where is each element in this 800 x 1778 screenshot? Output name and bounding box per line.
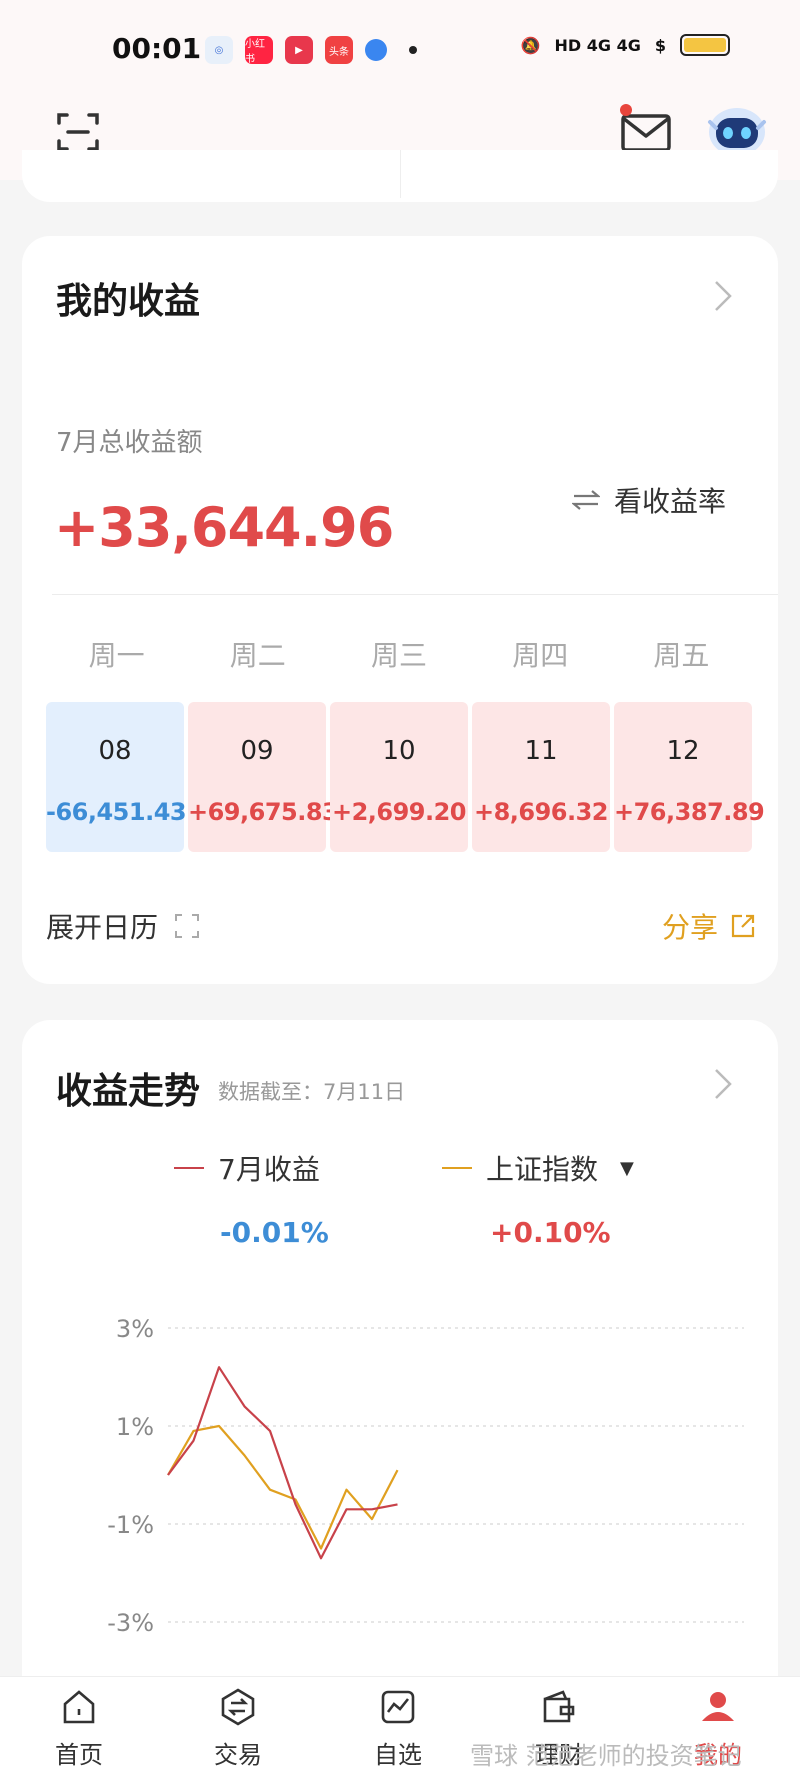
- day-date: 11: [524, 736, 558, 766]
- day-earnings: -66,451.43: [46, 798, 187, 826]
- my-earnings-change: -0.01%: [220, 1216, 329, 1249]
- swap-icon: [572, 490, 600, 510]
- status-bar: 00:01 ◎ 小红书 ▶ 头条 🔕 HD 4G 4G $: [0, 0, 800, 92]
- day-cell[interactable]: 11 +8,696.32: [472, 702, 610, 852]
- tab-watchlist[interactable]: 自选: [348, 1687, 448, 1770]
- day-cell[interactable]: 12 +76,387.89: [614, 702, 765, 852]
- day-earnings: +8,696.32: [473, 798, 609, 826]
- watchlist-chart-icon: [381, 1690, 415, 1724]
- tab-label: 首页: [55, 1741, 103, 1769]
- week-calendar: 08 -66,451.43 09 +69,675.83 10 +2,699.20…: [46, 702, 774, 852]
- toutiao-icon: 头条: [325, 36, 353, 64]
- y-tick-label: 1%: [116, 1413, 154, 1441]
- tab-label: 交易: [214, 1741, 262, 1769]
- legend-label: 7月收益: [218, 1153, 320, 1186]
- share-label: 分享: [661, 911, 718, 944]
- month-total-label: 7月总收益额: [56, 428, 203, 458]
- y-tick-label: -3%: [107, 1609, 154, 1637]
- separator: [52, 594, 778, 595]
- data-as-of: 数据截至：7月11日: [218, 1080, 406, 1104]
- app-notification-icon: [365, 39, 387, 61]
- profile-icon: [702, 1692, 734, 1721]
- my-earnings-card: 我的收益 7月总收益额 +33,644.96 看收益率 周一 周二 周三 周四 …: [22, 236, 778, 984]
- tab-label: 自选: [374, 1741, 422, 1769]
- day-earnings: +76,387.89: [614, 798, 765, 826]
- more-notifications-dot: [409, 46, 417, 54]
- weekday-label: 周一: [88, 639, 145, 672]
- dropdown-triangle-icon[interactable]: ▼: [620, 1158, 634, 1179]
- view-rate-label: 看收益率: [614, 485, 727, 518]
- trend-line-chart: 3% 1% -1% -3%: [107, 1315, 744, 1637]
- expand-icon: [175, 914, 200, 938]
- weekday-header: 周一 周二 周三 周四 周五: [46, 634, 752, 674]
- day-earnings: +2,699.20: [331, 798, 467, 826]
- watermark: 雪球 范范老师的投资笔记: [470, 1742, 742, 1770]
- previous-card-bottom: [22, 150, 778, 202]
- unread-dot: [620, 104, 632, 116]
- signal-icon: HD 4G 4G: [554, 35, 641, 55]
- y-tick-label: -1%: [107, 1511, 154, 1539]
- day-cell[interactable]: 10 +2,699.20: [330, 702, 468, 852]
- chevron-right-icon[interactable]: [712, 278, 734, 314]
- weekday-label: 周五: [653, 639, 710, 672]
- view-rate-toggle[interactable]: 看收益率: [572, 480, 726, 520]
- tab-home[interactable]: 首页: [29, 1687, 129, 1770]
- day-cell[interactable]: 08 -66,451.43: [46, 702, 187, 852]
- index-change: +0.10%: [490, 1216, 611, 1249]
- earnings-title: 我的收益: [56, 281, 201, 322]
- expand-calendar-label: 展开日历: [46, 911, 159, 944]
- trade-icon: [221, 1688, 255, 1726]
- mute-icon: 🔕: [520, 35, 541, 55]
- day-date: 09: [240, 736, 274, 766]
- card-divider: [400, 150, 401, 198]
- trend-title: 收益走势: [56, 1071, 201, 1112]
- legend-line: [174, 1167, 204, 1169]
- tab-trade[interactable]: 交易: [188, 1687, 288, 1770]
- series-line-my-earnings: [167, 1366, 398, 1560]
- legend-sse-index[interactable]: 上证指数 ▼: [442, 1148, 634, 1188]
- home-icon: [63, 1690, 95, 1724]
- weekday-label: 周四: [512, 639, 569, 672]
- y-tick-label: 3%: [116, 1315, 154, 1343]
- chevron-right-icon[interactable]: [712, 1066, 734, 1102]
- share-button[interactable]: 分享: [662, 906, 756, 946]
- weekday-label: 周三: [371, 639, 428, 672]
- xiaohongshu-icon: 小红书: [245, 36, 273, 65]
- video-app-icon: ▶: [285, 36, 313, 64]
- legend-my-earnings: 7月收益: [174, 1148, 320, 1188]
- day-earnings: +69,675.83: [188, 798, 339, 826]
- status-time: 00:01: [112, 32, 202, 65]
- day-date: 10: [382, 736, 416, 766]
- app-notification-icon: ◎: [205, 36, 233, 64]
- scan-icon[interactable]: [56, 110, 100, 154]
- day-cell[interactable]: 09 +69,675.83: [188, 702, 339, 852]
- expand-calendar-button[interactable]: 展开日历: [46, 906, 200, 946]
- legend-label: 上证指数: [486, 1153, 599, 1186]
- series-line-sse-index: [167, 1424, 399, 1550]
- wallet-icon: [543, 1690, 575, 1723]
- legend-line: [442, 1167, 472, 1169]
- vpn-icon: $: [654, 35, 666, 55]
- status-indicators: 🔕 HD 4G 4G $: [521, 34, 730, 56]
- month-total-value: +33,644.96: [54, 496, 394, 559]
- day-date: 08: [98, 736, 132, 766]
- share-icon: [731, 914, 755, 938]
- battery-icon: [680, 34, 730, 56]
- status-app-icons: ◎ 小红书 ▶ 头条: [205, 36, 417, 65]
- day-date: 12: [666, 736, 700, 766]
- earnings-trend-card: 收益走势 数据截至：7月11日 7月收益 -0.01% 上证指数 ▼ +0.10…: [22, 1020, 778, 1778]
- weekday-label: 周二: [229, 639, 286, 672]
